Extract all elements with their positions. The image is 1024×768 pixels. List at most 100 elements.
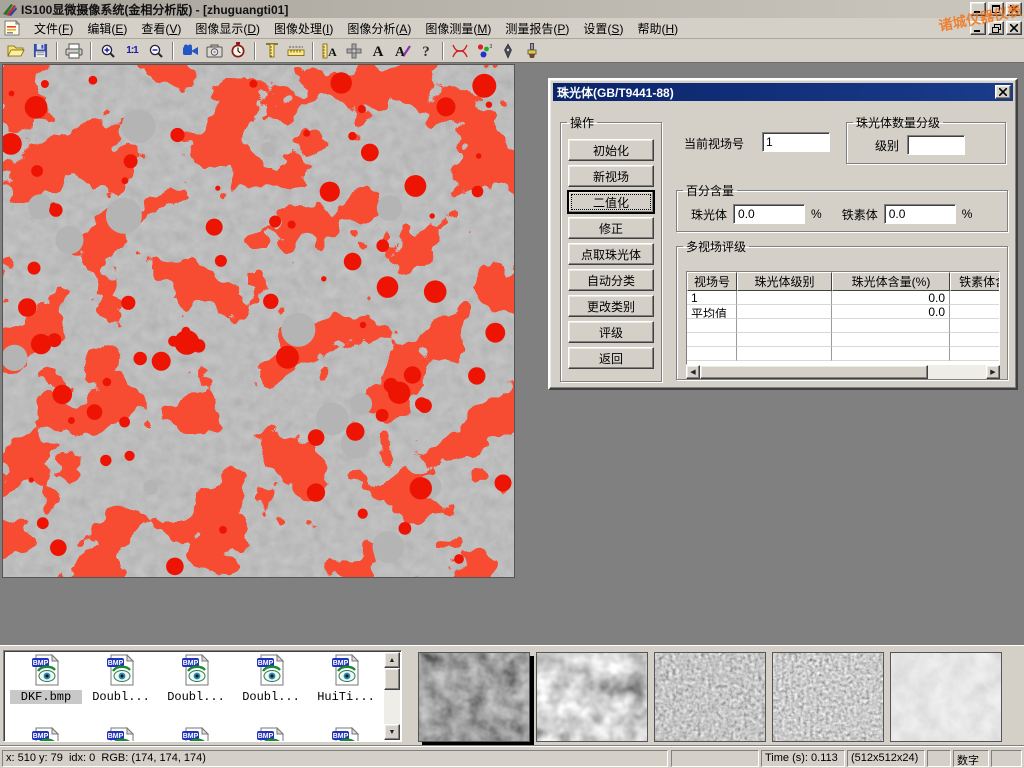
pearlite-dialog: 珠光体(GB/T9441-88) 操作 初始化新视场二值化修正点取珠光体自动分类… (548, 78, 1018, 390)
mdi-minimize-button[interactable] (970, 21, 986, 35)
table-row[interactable] (687, 347, 1000, 361)
menu-item-p[interactable]: 测量报告(P) (498, 18, 576, 39)
image-thumbnail-1[interactable] (418, 652, 530, 742)
table-row[interactable] (687, 319, 1000, 333)
ferrite-percent-unit: % (962, 207, 973, 221)
table-horizontal-scrollbar[interactable]: ◀ ▶ (686, 365, 1000, 379)
column-header-2[interactable]: 珠光体含量(%) (832, 272, 950, 291)
file-name[interactable]: Doubl... (85, 690, 157, 704)
zoom-out-icon[interactable] (144, 40, 168, 61)
open-folder-icon[interactable] (4, 40, 28, 61)
file-item[interactable]: BMPDoubl... (235, 654, 307, 704)
dialog-title-bar[interactable]: 珠光体(GB/T9441-88) (553, 83, 1013, 101)
op-button-new-field[interactable]: 新视场 (568, 165, 654, 187)
scroll-down-icon[interactable]: ▼ (384, 724, 400, 740)
close-button[interactable] (1006, 2, 1022, 16)
table-row[interactable]: 平均值0.0 (687, 305, 1000, 319)
image-thumbnail-4[interactable] (772, 652, 884, 742)
mdi-workspace: 珠光体(GB/T9441-88) 操作 初始化新视场二值化修正点取珠光体自动分类… (0, 64, 1024, 645)
table-row[interactable] (687, 333, 1000, 347)
ferrite-percent-input[interactable] (884, 204, 956, 224)
merge-grid-icon[interactable] (342, 40, 366, 61)
table-row[interactable]: 10.0 (687, 291, 1000, 305)
file-name[interactable]: DKF.bmp (10, 690, 82, 704)
grade-input[interactable] (907, 135, 965, 155)
op-button-correct[interactable]: 修正 (568, 217, 654, 239)
caliper-icon[interactable] (260, 40, 284, 61)
menu-item-a[interactable]: 图像分析(A) (340, 18, 418, 39)
file-name[interactable]: Doubl... (235, 690, 307, 704)
file-item[interactable]: BMPHuiTi... (310, 654, 382, 704)
menu-item-d[interactable]: 图像显示(D) (188, 18, 267, 39)
save-floppy-icon[interactable] (28, 40, 52, 61)
scroll-up-icon[interactable]: ▲ (384, 652, 400, 668)
file-item-partial[interactable]: BMP (85, 727, 157, 742)
image-thumbnail-2[interactable] (536, 652, 648, 742)
measure-label-icon[interactable]: A (318, 40, 342, 61)
metallograph-image[interactable] (2, 64, 515, 578)
help-icon[interactable]: ? (414, 40, 438, 61)
file-item-partial[interactable]: BMP (235, 727, 307, 742)
file-scrollbar-thumb[interactable] (384, 668, 400, 690)
op-button-change-class[interactable]: 更改类别 (568, 295, 654, 317)
scroll-left-icon[interactable]: ◀ (686, 365, 700, 379)
print-icon[interactable] (62, 40, 86, 61)
rating-table-header: 视场号珠光体级别珠光体含量(%)铁素体含量(%) (687, 272, 1000, 291)
scroll-right-icon[interactable]: ▶ (986, 365, 1000, 379)
mdi-restore-button[interactable] (988, 21, 1004, 35)
toolbar-separator (90, 42, 92, 60)
op-button-initialize[interactable]: 初始化 (568, 139, 654, 161)
current-view-input[interactable] (762, 132, 830, 152)
column-header-1[interactable]: 珠光体级别 (737, 272, 832, 291)
menu-item-v[interactable]: 查看(V) (134, 18, 188, 39)
file-item-partial[interactable]: BMP (10, 727, 82, 742)
file-item[interactable]: BMPDoubl... (85, 654, 157, 704)
brush-icon[interactable] (520, 40, 544, 61)
op-button-pick-pearlite[interactable]: 点取珠光体 (568, 243, 654, 265)
status-empty-panel-2 (927, 750, 951, 767)
dialog-close-button[interactable] (995, 85, 1011, 99)
column-header-3[interactable]: 铁素体含量(%) (950, 272, 1000, 291)
rating-table[interactable]: 视场号珠光体级别珠光体含量(%)铁素体含量(%)10.0平均值0.0 (686, 271, 1000, 365)
op-button-binarize[interactable]: 二值化 (568, 191, 654, 213)
zoom-in-icon[interactable] (96, 40, 120, 61)
op-button-auto-classify[interactable]: 自动分类 (568, 269, 654, 291)
picker-pen-icon[interactable] (496, 40, 520, 61)
file-item[interactable]: BMPDoubl... (160, 654, 232, 704)
menu-item-f[interactable]: 文件(F) (27, 18, 80, 39)
minimize-button[interactable] (970, 2, 986, 16)
file-name[interactable]: HuiTi... (310, 690, 382, 704)
menu-item-s[interactable]: 设置(S) (576, 18, 630, 39)
op-button-rate[interactable]: 评级 (568, 321, 654, 343)
document-icon (3, 20, 21, 36)
text-a-icon[interactable]: A (366, 40, 390, 61)
pearlite-percent-input[interactable] (733, 204, 805, 224)
file-name[interactable]: Doubl... (160, 690, 232, 704)
timer-clock-icon[interactable] (226, 40, 250, 61)
op-button-return[interactable]: 返回 (568, 347, 654, 369)
video-camera-icon[interactable] (178, 40, 202, 61)
menu-item-m[interactable]: 图像测量(M) (418, 18, 498, 39)
file-item[interactable]: BMPDKF.bmp (10, 654, 82, 704)
ruler-icon[interactable] (284, 40, 308, 61)
file-list-scrollbar[interactable]: ▲ ▼ (384, 652, 400, 740)
actual-size-icon[interactable]: 1:1 (120, 40, 144, 61)
capture-camera-icon[interactable] (202, 40, 226, 61)
status-time: Time (s): 0.113 (761, 750, 845, 767)
file-item-partial[interactable]: BMP (160, 727, 232, 742)
file-item-partial[interactable]: BMP (310, 727, 382, 742)
menu-item-i[interactable]: 图像处理(I) (267, 18, 340, 39)
annotate-a-icon[interactable]: A (390, 40, 414, 61)
menu-item-h[interactable]: 帮助(H) (630, 18, 685, 39)
toolbar-separator (56, 42, 58, 60)
menu-item-e[interactable]: 编辑(E) (80, 18, 134, 39)
spline-cut-icon[interactable] (448, 40, 472, 61)
scrollbar-thumb[interactable] (700, 365, 928, 379)
mdi-close-button[interactable] (1006, 21, 1022, 35)
column-header-0[interactable]: 视场号 (687, 272, 737, 291)
scrollbar-track (928, 365, 986, 379)
maximize-button[interactable] (988, 2, 1004, 16)
image-thumbnail-3[interactable] (654, 652, 766, 742)
classify-balls-icon[interactable]: 3 (472, 40, 496, 61)
image-thumbnail-5[interactable] (890, 652, 1002, 742)
